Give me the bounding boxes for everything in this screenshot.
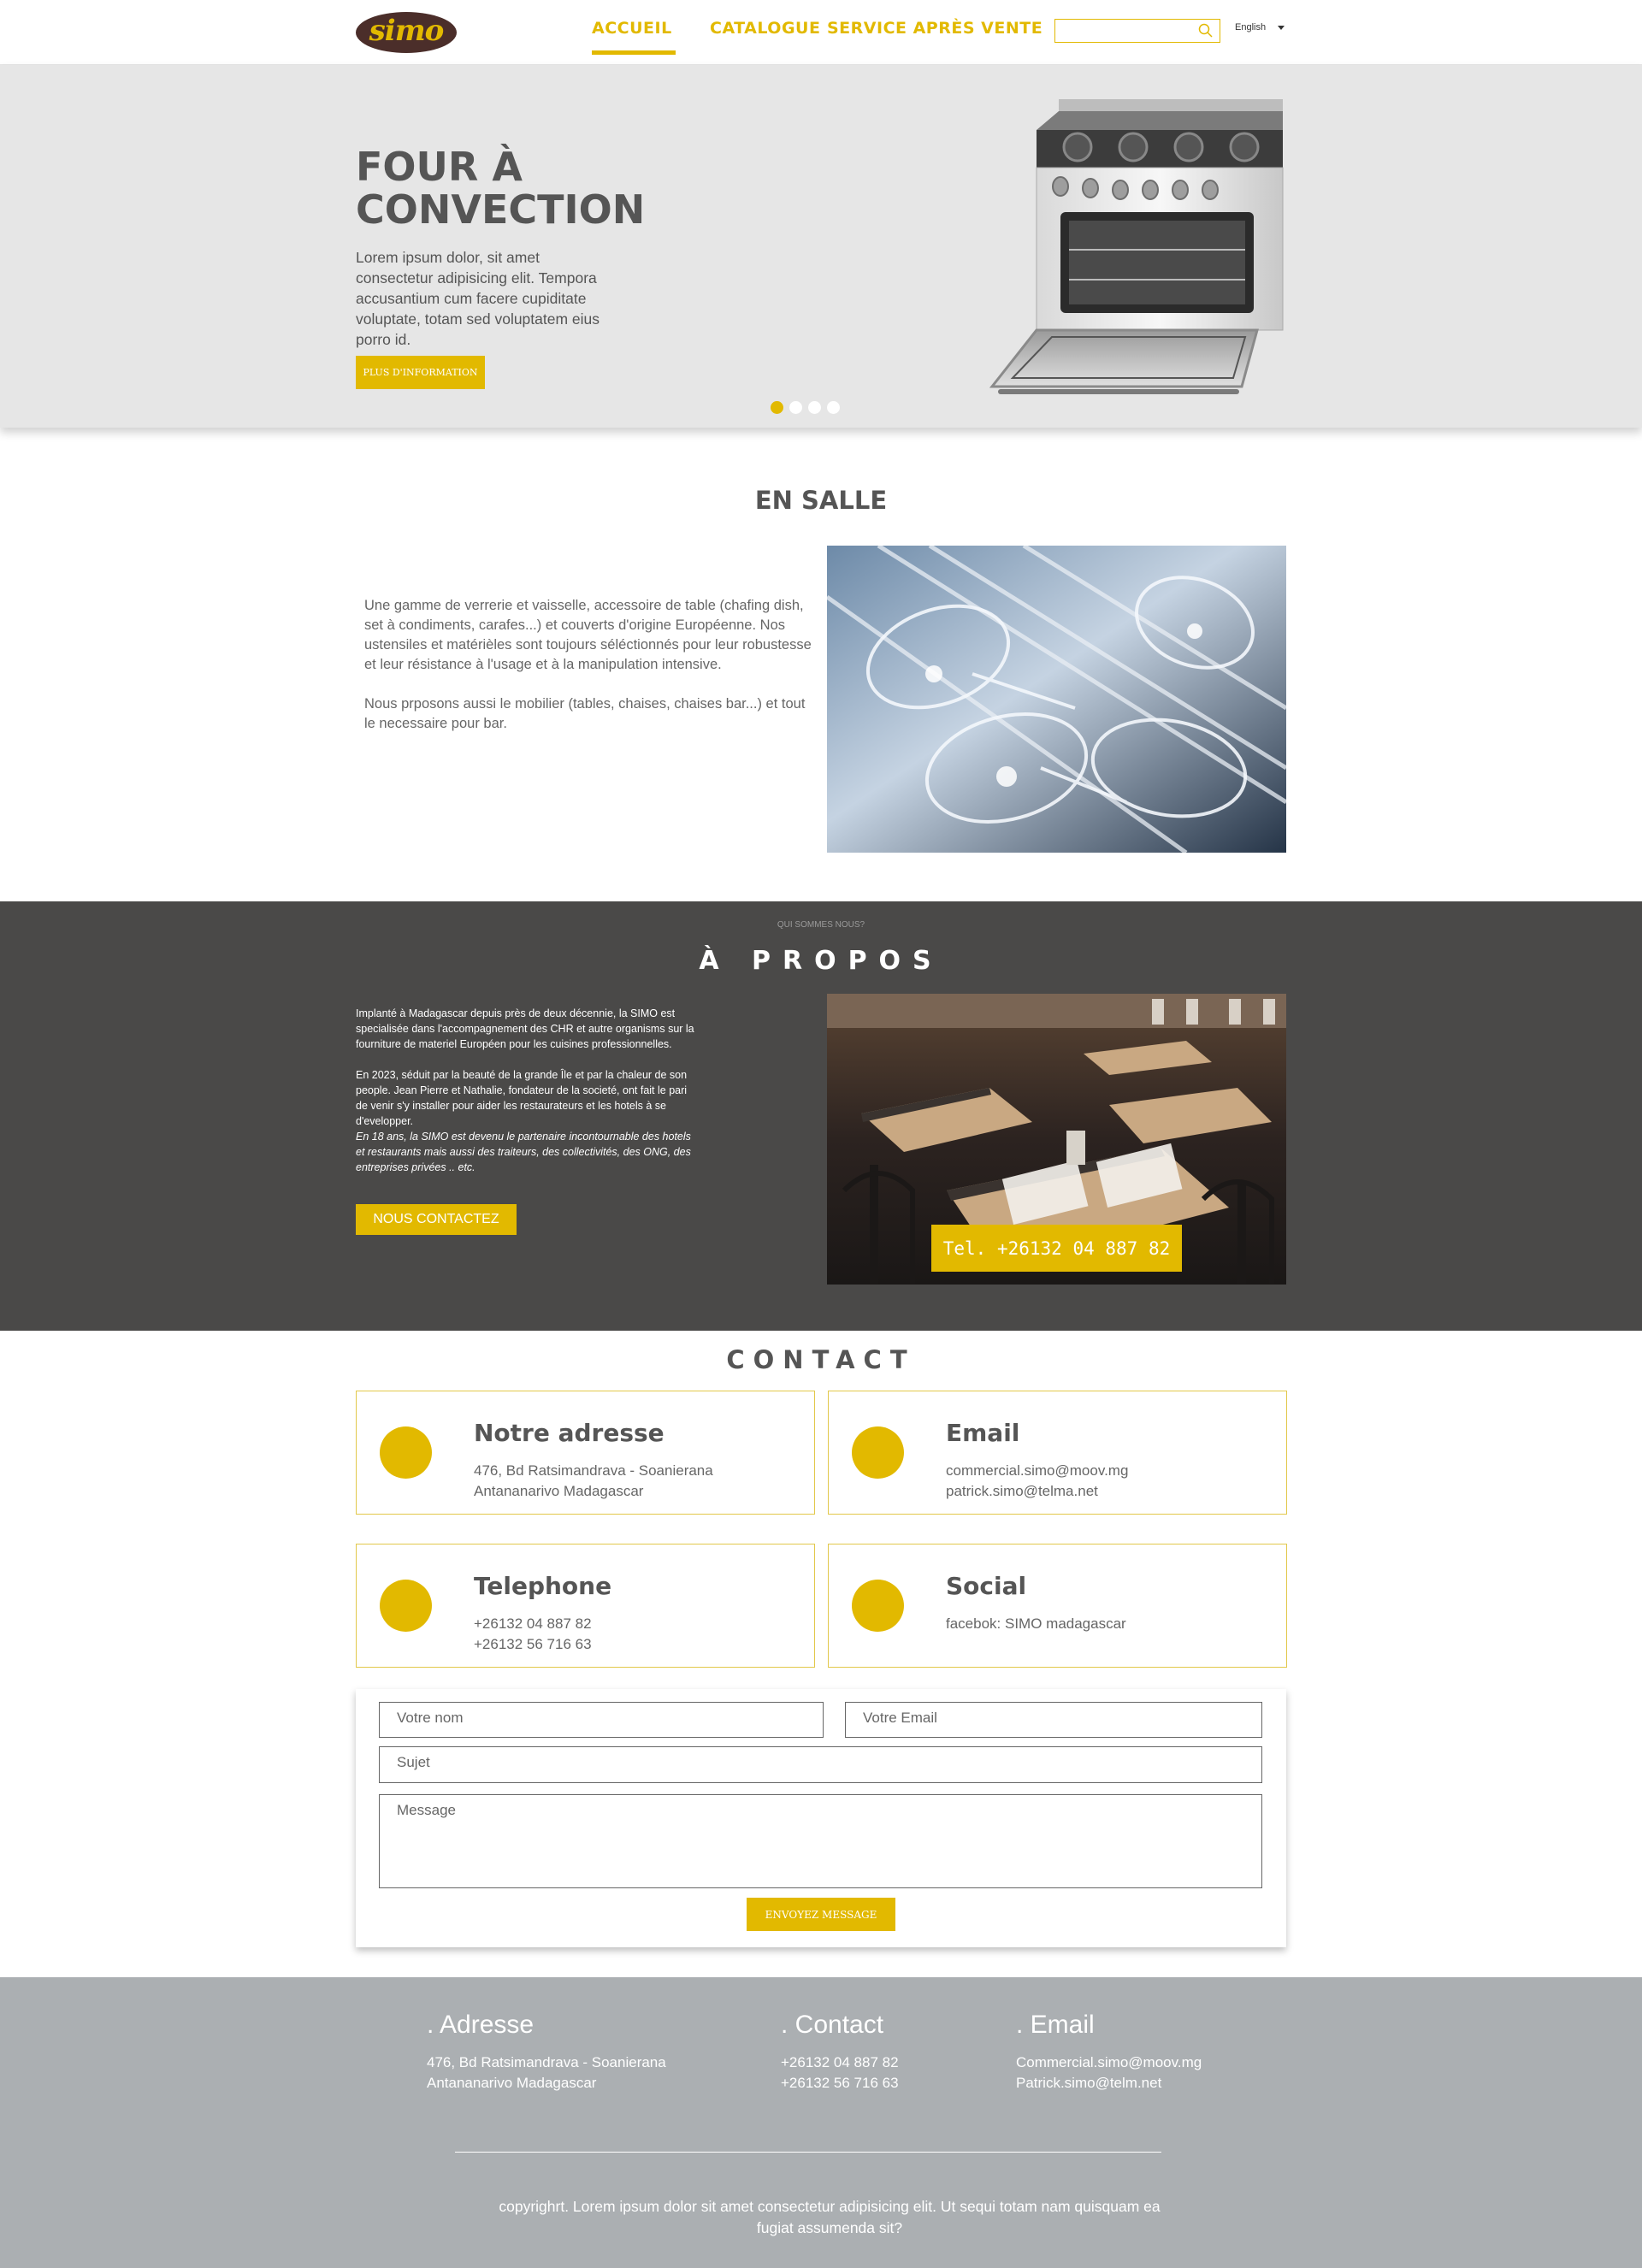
social-icon [852,1580,904,1632]
slide-dot-2[interactable] [789,401,802,414]
email-line-1[interactable]: commercial.simo@moov.mg [946,1462,1128,1480]
copyright-text: copyrighrt. Lorem ipsum dolor sit amet c… [499,2198,1161,2236]
footer-email-column: . Email Commercial.simo@moov.mg Patrick.… [1016,2010,1202,2094]
footer-email-title: . Email [1016,2011,1095,2039]
search-icon[interactable] [1197,22,1214,39]
nav-active-indicator [592,50,676,55]
about-paragraph-2: En 2023, séduit par la beauté de la gran… [356,1067,698,1175]
telephone-card: Telephone +26132 04 887 82 +26132 56 716… [356,1544,815,1668]
hero-title: FOUR À CONVECTION [356,144,646,233]
about-text: Implanté à Madagascar depuis près de deu… [356,1006,698,1175]
social-card: Social facebok: SIMO madagascar [828,1544,1287,1668]
address-line-1: 476, Bd Ratsimandrava - Soanierana [474,1462,713,1479]
nav-accueil[interactable]: ACCUEIL [592,19,672,38]
social-line-1[interactable]: facebok: SIMO madagascar [946,1615,1126,1633]
nav-catalogue[interactable]: CATALOGUE [710,19,820,38]
email-card-title: Email [946,1419,1020,1447]
about-kicker: QUI SOMMES NOUS? [777,920,865,930]
slide-dot-1[interactable] [771,401,783,414]
convection-oven-image [989,99,1284,394]
simo-logo[interactable]: simo [356,12,457,53]
en-salle-paragraph-1: Une gamme de verrerie et vaisselle, acce… [364,598,812,672]
footer-address-column: . Adresse 476, Bd Ratsimandrava - Soanie… [427,2010,666,2094]
en-salle-text: Une gamme de verrerie et vaisselle, acce… [364,596,818,734]
email-input[interactable]: Votre Email [845,1702,1262,1738]
en-salle-paragraph-2: Nous prposons aussi le mobilier (tables,… [364,696,806,731]
footer-email-line-1[interactable]: Commercial.simo@moov.mg [1016,2052,1202,2073]
slide-dot-3[interactable] [808,401,821,414]
footer-address-title: . Adresse [427,2011,535,2039]
footer-address-line-1: 476, Bd Ratsimandrava - Soanierana [427,2054,666,2070]
contact-form: Votre nom Votre Email Sujet Message ENVO… [356,1689,1286,1947]
footer-email-line-2[interactable]: Patrick.simo@telm.net [1016,2073,1202,2094]
site-header: simo ACCUEIL CATALOGUE SERVICE APRÈS VEN… [0,0,1642,65]
address-line-2: Antananarivo Madagascar [474,1483,644,1499]
message-textarea[interactable]: Message [379,1794,1262,1888]
nav-service-apres-vente[interactable]: SERVICE APRÈS VENTE [827,19,1042,38]
contact-title: CONTACT [726,1345,916,1374]
footer-contact-column: . Contact +26132 04 887 82 +26132 56 716… [781,2010,899,2094]
wine-glasses-rack-image [827,546,1286,853]
logo-text: simo [369,14,445,48]
about-paragraph-3: En 18 ans, la SIMO est devenu le partena… [356,1131,691,1173]
site-footer: . Adresse 476, Bd Ratsimandrava - Soanie… [0,1977,1642,2268]
telephone-line-2[interactable]: +26132 56 716 63 [474,1636,592,1653]
address-card: Notre adresse 476, Bd Ratsimandrava - So… [356,1391,815,1515]
subject-input[interactable]: Sujet [379,1746,1262,1783]
hero-slider: FOUR À CONVECTION Lorem ipsum dolor, sit… [0,65,1642,428]
phone-icon [380,1580,432,1632]
telephone-line-1[interactable]: +26132 04 887 82 [474,1615,592,1633]
address-icon [380,1426,432,1479]
email-card: Email commercial.simo@moov.mg patrick.si… [828,1391,1287,1515]
footer-divider [455,2152,1161,2153]
hero-text: Lorem ipsum dolor, sit amet consectetur … [356,249,600,348]
footer-contact-title: . Contact [781,2011,884,2039]
footer-phone-line-1[interactable]: +26132 04 887 82 [781,2052,899,2073]
search-input[interactable] [1054,19,1220,43]
caret-down-icon [1278,25,1285,30]
more-info-button[interactable]: PLUS D'INFORMATION [356,356,485,389]
footer-address-line-2: Antananarivo Madagascar [427,2075,597,2091]
send-message-button[interactable]: ENVOYEZ MESSAGE [747,1898,895,1931]
en-salle-title: EN SALLE [754,486,888,515]
language-selector[interactable]: English [1235,22,1285,32]
footer-phone-line-2[interactable]: +26132 56 716 63 [781,2073,899,2094]
telephone-card-title: Telephone [474,1572,612,1600]
about-paragraph-2-text: En 2023, séduit par la beauté de la gran… [356,1069,688,1127]
email-line-2[interactable]: patrick.simo@telma.net [946,1483,1098,1500]
address-card-title: Notre adresse [474,1419,664,1447]
about-section: QUI SOMMES NOUS? À PROPOS Implanté à Mad… [0,901,1642,1331]
about-paragraph-1: Implanté à Madagascar depuis près de deu… [356,1007,694,1050]
slider-dots [771,401,840,414]
language-label: English [1235,22,1267,32]
phone-badge: Tel. +26132 04 887 82 [931,1225,1182,1272]
email-icon [852,1426,904,1479]
contact-us-button[interactable]: NOUS CONTACTEZ [356,1204,517,1235]
slide-dot-4[interactable] [827,401,840,414]
social-card-title: Social [946,1572,1027,1600]
about-title: À PROPOS [699,946,943,976]
name-input[interactable]: Votre nom [379,1702,824,1738]
